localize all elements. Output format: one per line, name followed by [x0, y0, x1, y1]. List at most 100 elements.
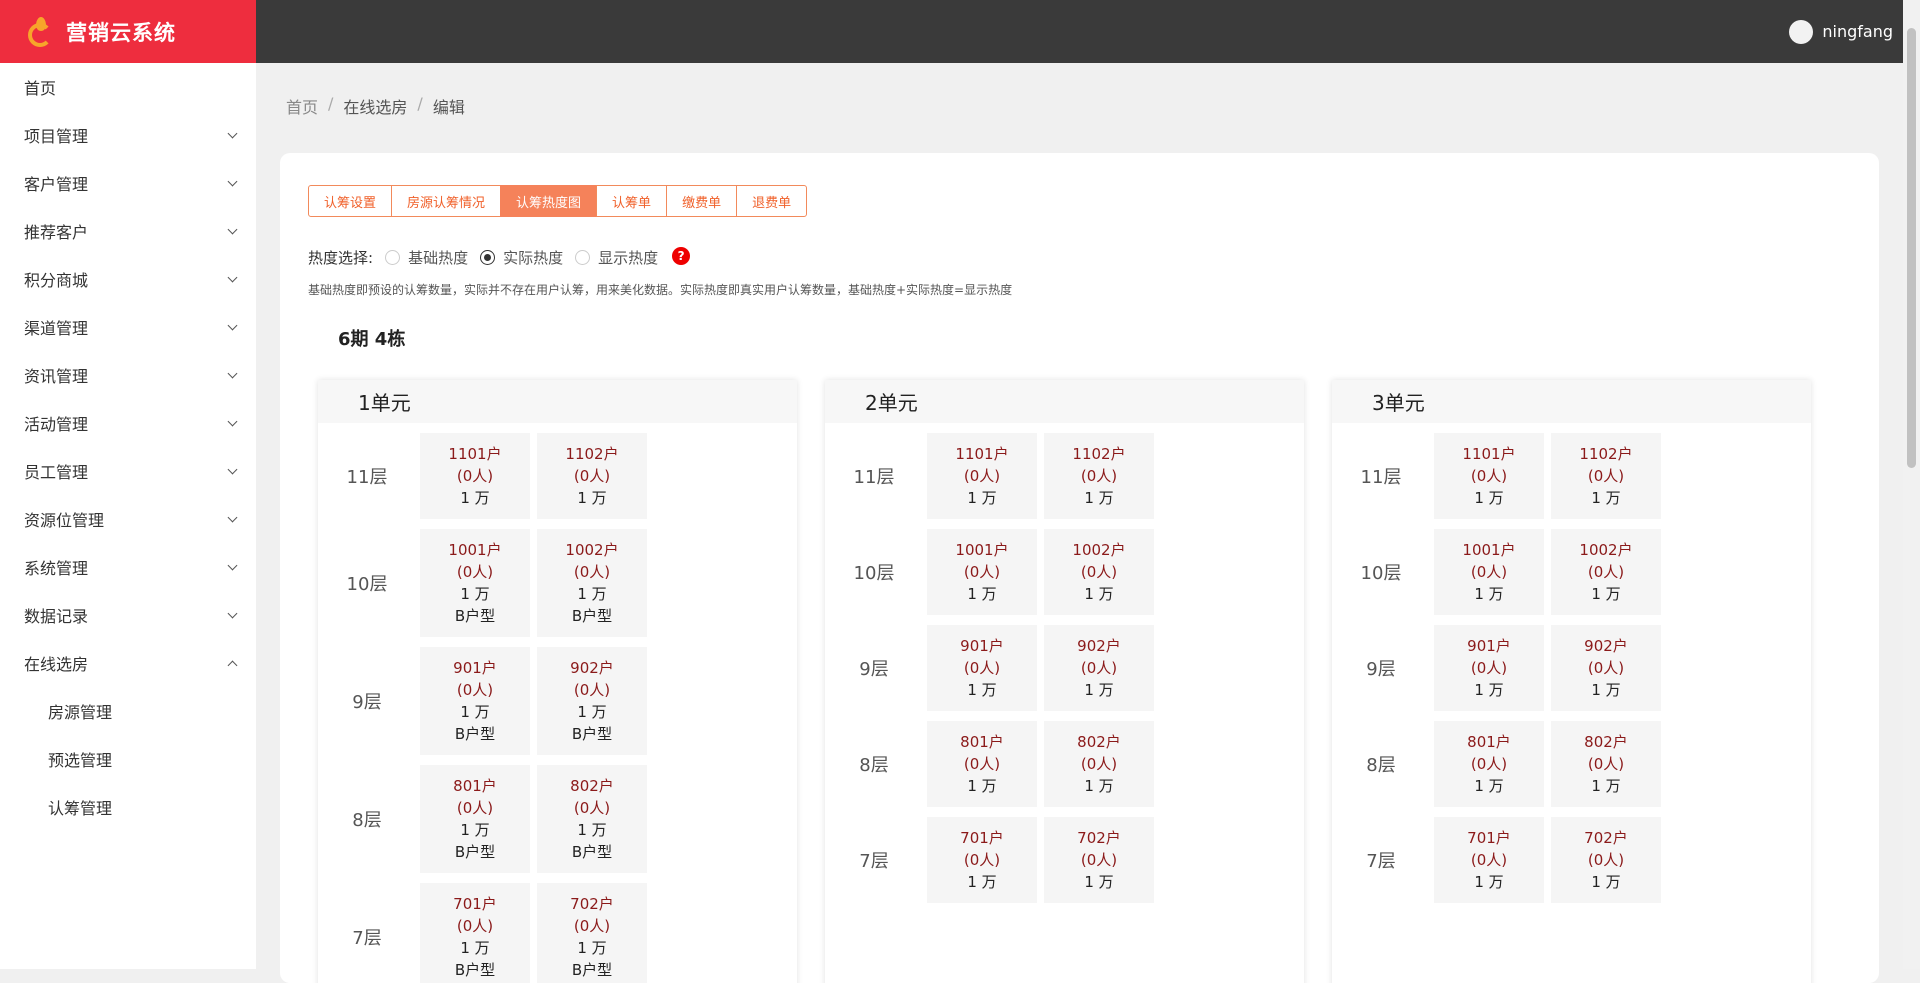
- room-count: (0人): [1471, 561, 1507, 583]
- app-logo[interactable]: 营销云系统: [0, 0, 256, 63]
- tab-subscription-orders[interactable]: 认筹单: [596, 185, 667, 217]
- room-price: 1 万: [967, 871, 996, 893]
- room-price: 1 万: [967, 583, 996, 605]
- floor-row: 7层701户(0人)1 万B户型702户(0人)1 万B户型: [318, 883, 797, 983]
- room-price: 1 万: [1591, 487, 1620, 509]
- room-cell[interactable]: 702户(0人)1 万: [1551, 817, 1661, 903]
- room-number: 1002户: [1579, 539, 1632, 561]
- floor-label: 10层: [318, 529, 420, 637]
- tab-heat-map[interactable]: 认筹热度图: [500, 185, 597, 217]
- radio-display-heat[interactable]: 显示热度: [575, 247, 658, 268]
- room-cell[interactable]: 1101户(0人)1 万: [927, 433, 1037, 519]
- sidebar-item-label: 项目管理: [24, 123, 88, 147]
- room-cell[interactable]: 902户(0人)1 万: [1044, 625, 1154, 711]
- room-type: B户型: [572, 605, 612, 627]
- sidebar-item-channels[interactable]: 渠道管理: [0, 303, 256, 351]
- room-cell[interactable]: 1001户(0人)1 万: [1434, 529, 1544, 615]
- scrollbar-thumb[interactable]: [1907, 28, 1916, 468]
- room-count: (0人): [457, 679, 493, 701]
- room-cell[interactable]: 801户(0人)1 万: [927, 721, 1037, 807]
- room-cell[interactable]: 802户(0人)1 万B户型: [537, 765, 647, 873]
- room-price: 1 万: [967, 775, 996, 797]
- sidebar-item-online-selection[interactable]: 在线选房: [0, 639, 256, 687]
- floor-label: 7层: [1332, 817, 1434, 903]
- sidebar-item-points-mall[interactable]: 积分商城: [0, 255, 256, 303]
- sidebar-subitem-subscription[interactable]: 认筹管理: [0, 783, 256, 831]
- room-number: 902户: [1584, 635, 1628, 657]
- sidebar-item-resource-slots[interactable]: 资源位管理: [0, 495, 256, 543]
- sidebar-item-projects[interactable]: 项目管理: [0, 111, 256, 159]
- chevron-up-icon: [228, 660, 238, 670]
- floor-label: 9层: [825, 625, 927, 711]
- room-cell[interactable]: 902户(0人)1 万: [1551, 625, 1661, 711]
- room-count: (0人): [964, 753, 1000, 775]
- room-cell[interactable]: 1101户(0人)1 万: [1434, 433, 1544, 519]
- sidebar-item-system[interactable]: 系统管理: [0, 543, 256, 591]
- room-number: 901户: [453, 657, 497, 679]
- tab-subscription-settings[interactable]: 认筹设置: [308, 185, 392, 217]
- breadcrumb-home[interactable]: 首页: [286, 94, 318, 118]
- room-type: B户型: [455, 723, 495, 745]
- room-cell[interactable]: 701户(0人)1 万B户型: [420, 883, 530, 983]
- tab-refund-orders[interactable]: 退费单: [736, 185, 807, 217]
- floor-row: 9层901户(0人)1 万902户(0人)1 万: [825, 625, 1304, 711]
- breadcrumb-section[interactable]: 在线选房: [343, 94, 407, 118]
- room-cell[interactable]: 1102户(0人)1 万: [1551, 433, 1661, 519]
- room-cell[interactable]: 902户(0人)1 万B户型: [537, 647, 647, 755]
- room-price: 1 万: [577, 937, 606, 959]
- room-cell[interactable]: 1002户(0人)1 万: [1044, 529, 1154, 615]
- sidebar-item-activities[interactable]: 活动管理: [0, 399, 256, 447]
- room-count: (0人): [1588, 849, 1624, 871]
- breadcrumb-current: 编辑: [433, 94, 465, 118]
- room-cell[interactable]: 1102户(0人)1 万: [1044, 433, 1154, 519]
- radio-label: 实际热度: [503, 247, 563, 268]
- sidebar-item-customers[interactable]: 客户管理: [0, 159, 256, 207]
- room-price: 1 万: [1591, 583, 1620, 605]
- room-cell[interactable]: 901户(0人)1 万: [927, 625, 1037, 711]
- sidebar-item-data-records[interactable]: 数据记录: [0, 591, 256, 639]
- tab-housing-subscription-status[interactable]: 房源认筹情况: [391, 185, 501, 217]
- room-cell[interactable]: 801户(0人)1 万: [1434, 721, 1544, 807]
- room-type: B户型: [572, 959, 612, 981]
- user-name: ningfang: [1822, 22, 1893, 41]
- sidebar-item-label: 资源位管理: [24, 507, 104, 531]
- room-cell[interactable]: 901户(0人)1 万: [1434, 625, 1544, 711]
- room-cell[interactable]: 702户(0人)1 万B户型: [537, 883, 647, 983]
- room-cell[interactable]: 802户(0人)1 万: [1044, 721, 1154, 807]
- sidebar-subitem-preselection[interactable]: 预选管理: [0, 735, 256, 783]
- room-cell[interactable]: 1001户(0人)1 万B户型: [420, 529, 530, 637]
- room-count: (0人): [964, 561, 1000, 583]
- room-count: (0人): [1471, 465, 1507, 487]
- room-cell[interactable]: 701户(0人)1 万: [927, 817, 1037, 903]
- room-cell[interactable]: 702户(0人)1 万: [1044, 817, 1154, 903]
- room-cell[interactable]: 1102户(0人)1 万: [537, 433, 647, 519]
- room-number: 1101户: [448, 443, 501, 465]
- room-count: (0人): [457, 465, 493, 487]
- room-cell[interactable]: 802户(0人)1 万: [1551, 721, 1661, 807]
- room-cell[interactable]: 1101户(0人)1 万: [420, 433, 530, 519]
- room-price: 1 万: [1591, 775, 1620, 797]
- room-count: (0人): [1588, 561, 1624, 583]
- sidebar-subitem-housing[interactable]: 房源管理: [0, 687, 256, 735]
- scrollbar[interactable]: [1903, 0, 1920, 969]
- room-cell[interactable]: 1002户(0人)1 万B户型: [537, 529, 647, 637]
- tab-payment-orders[interactable]: 缴费单: [666, 185, 737, 217]
- sidebar-item-label: 房源管理: [48, 699, 112, 723]
- room-cell[interactable]: 1001户(0人)1 万: [927, 529, 1037, 615]
- sidebar-item-staff[interactable]: 员工管理: [0, 447, 256, 495]
- sidebar-item-referrals[interactable]: 推荐客户: [0, 207, 256, 255]
- room-cell[interactable]: 1002户(0人)1 万: [1551, 529, 1661, 615]
- floor-row: 8层801户(0人)1 万802户(0人)1 万: [825, 721, 1304, 807]
- radio-base-heat[interactable]: 基础热度: [385, 247, 468, 268]
- sidebar-item-label: 认筹管理: [48, 795, 112, 819]
- floor-row: 8层801户(0人)1 万B户型802户(0人)1 万B户型: [318, 765, 797, 873]
- sidebar-item-home[interactable]: 首页: [0, 63, 256, 111]
- radio-actual-heat[interactable]: 实际热度: [480, 247, 563, 268]
- room-price: 1 万: [1474, 679, 1503, 701]
- room-cell[interactable]: 701户(0人)1 万: [1434, 817, 1544, 903]
- room-cell[interactable]: 901户(0人)1 万B户型: [420, 647, 530, 755]
- user-menu[interactable]: ningfang: [1789, 0, 1893, 63]
- help-icon[interactable]: ?: [672, 247, 690, 265]
- room-cell[interactable]: 801户(0人)1 万B户型: [420, 765, 530, 873]
- sidebar-item-news[interactable]: 资讯管理: [0, 351, 256, 399]
